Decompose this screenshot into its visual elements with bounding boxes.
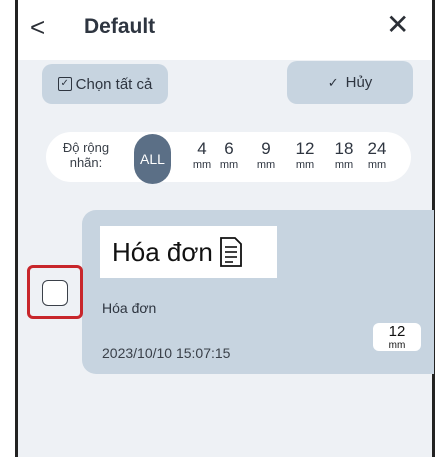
width-option-18mm[interactable]: 18 mm	[327, 139, 361, 172]
document-icon	[219, 237, 242, 267]
tape-size-badge: 12 mm	[373, 323, 421, 351]
close-button[interactable]: ✕	[386, 10, 409, 40]
check-icon: ✓	[327, 74, 339, 90]
item-name: Hóa đơn	[102, 300, 157, 316]
checkbox-check-icon: ✓	[57, 77, 72, 91]
label-preview: Hóa đơn	[100, 226, 277, 278]
width-option-12mm[interactable]: 12 mm	[288, 139, 322, 172]
page-title: Default	[84, 15, 156, 38]
cancel-label: Hủy	[345, 74, 373, 91]
back-button[interactable]: <	[30, 12, 45, 42]
width-option-24mm[interactable]: 24 mm	[360, 139, 391, 172]
width-filter-label: Độ rộng nhãn:	[62, 140, 110, 170]
width-option-9mm[interactable]: 9 mm	[249, 139, 283, 172]
cancel-button[interactable]: ✓ Hủy	[287, 61, 413, 104]
item-date: 2023/10/10 15:07:15	[102, 345, 231, 361]
header-bar	[18, 0, 432, 60]
width-option-6mm[interactable]: 6 mm	[212, 139, 246, 172]
select-all-button[interactable]: ✓ Chọn tất cả	[42, 64, 168, 104]
select-all-label: Chọn tất cả	[75, 75, 153, 93]
chevron-left-icon: <	[30, 12, 46, 42]
width-option-all[interactable]: ALL	[134, 134, 171, 184]
item-checkbox[interactable]	[42, 280, 68, 306]
width-option-24mm-clip: 24 mm	[360, 139, 391, 179]
close-icon: ✕	[386, 9, 410, 40]
label-preview-text: Hóa đơn	[112, 236, 213, 267]
